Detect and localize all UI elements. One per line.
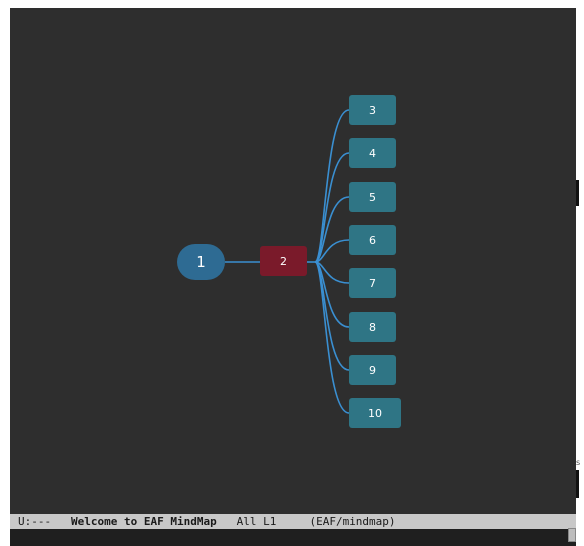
child-node[interactable]: 2 [260,246,307,276]
scrollbar-thumb[interactable] [568,528,576,542]
leaf-node-label: 4 [369,146,376,160]
leaf-node-4[interactable]: 4 [349,138,396,168]
modeline-status: U:--- [18,515,52,528]
root-node-label: 1 [196,253,206,271]
edge-child-leaf [314,109,350,263]
leaf-node-8[interactable]: 8 [349,312,396,342]
leaf-node-label: 5 [369,190,376,204]
leaf-node-label: 8 [369,320,376,334]
child-node-label: 2 [280,254,287,268]
minibuffer[interactable] [10,529,576,546]
edge-child-leaf [314,196,350,263]
edge-child-leaf [314,261,350,414]
leaf-node-label: 6 [369,233,376,247]
leaf-node-label: 9 [369,363,376,377]
mindmap-canvas[interactable]: 1 2 3 4 5 6 7 8 9 10 [10,8,576,514]
leaf-node-label: 3 [369,103,376,117]
leaf-node-6[interactable]: 6 [349,225,396,255]
mode-line: U:--- Welcome to EAF MindMap All L1 (EAF… [10,514,576,529]
gutter-mark [576,180,579,206]
leaf-node-9[interactable]: 9 [349,355,396,385]
leaf-node-3[interactable]: 3 [349,95,396,125]
leaf-node-5[interactable]: 5 [349,182,396,212]
leaf-node-10[interactable]: 10 [349,398,401,428]
modeline-buffer-name: Welcome to EAF MindMap [71,515,217,528]
leaf-node-7[interactable]: 7 [349,268,396,298]
emacs-frame: 1 2 3 4 5 6 7 8 9 10 U:--- Welcome to EA… [10,8,576,546]
leaf-node-label: 7 [369,276,376,290]
modeline-position: All L1 [236,515,277,528]
modeline-mode: (EAF/mindmap) [309,515,396,528]
root-node[interactable]: 1 [177,244,225,280]
gutter-text: s [576,458,581,467]
edge-group-leaves [314,109,350,414]
leaf-node-label: 10 [368,406,382,420]
gutter-mark [576,470,579,498]
